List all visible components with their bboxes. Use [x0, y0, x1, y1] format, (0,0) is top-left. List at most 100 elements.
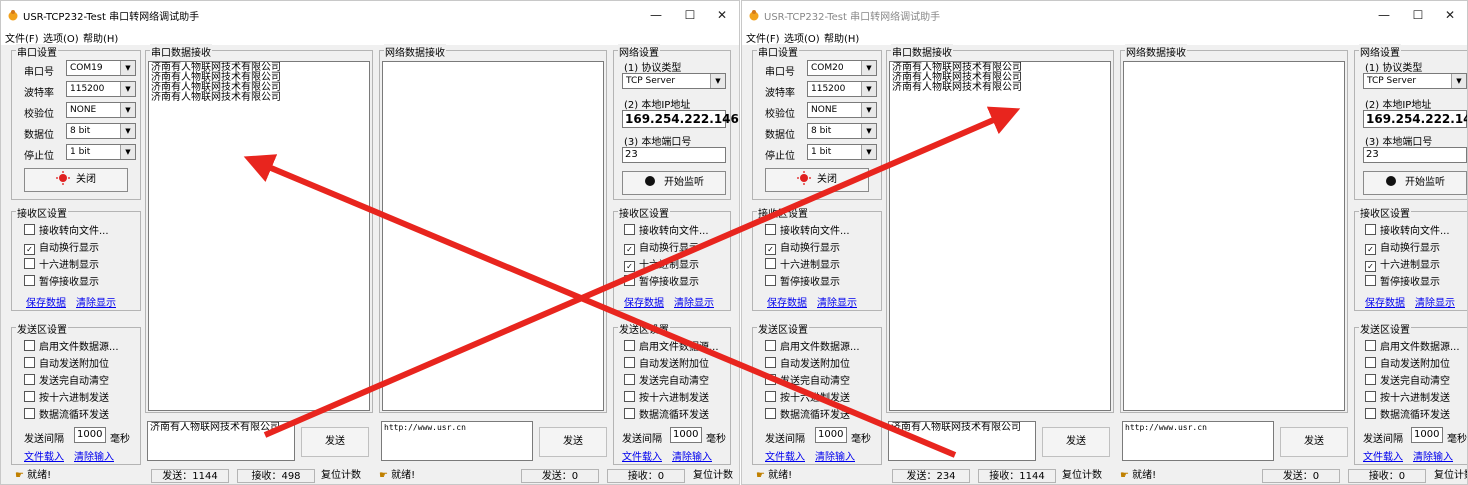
databits-select[interactable]: 8 bit ▼	[66, 123, 136, 139]
net-send-textarea[interactable]: http://www.usr.cn	[1122, 421, 1274, 461]
local-port-field[interactable]: 23	[1363, 147, 1467, 163]
serial-rx-textarea[interactable]: 济南有人物联网技术有限公司 济南有人物联网技术有限公司 济南有人物联网技术有限公司济…	[148, 61, 370, 411]
minimize-button[interactable]: —	[1369, 5, 1399, 25]
serial-send-button[interactable]: 发送	[1042, 427, 1110, 457]
rx-option-4[interactable]: 暂停接收显示	[765, 273, 840, 288]
checkbox-icon[interactable]	[1365, 340, 1376, 351]
net-clear-input-link[interactable]: 清除输入	[1413, 448, 1453, 463]
databits-select[interactable]: 8 bit ▼	[807, 123, 877, 139]
checkbox-icon[interactable]	[624, 357, 635, 368]
menu-options[interactable]: 选项(O)	[784, 30, 820, 45]
interval-input[interactable]: 1000	[74, 427, 106, 443]
clear-input-link[interactable]: 清除输入	[815, 448, 855, 463]
checkbox-icon[interactable]	[24, 258, 35, 269]
checkbox-icon[interactable]	[24, 340, 35, 351]
checkbox-icon[interactable]	[24, 408, 35, 419]
checkbox-icon[interactable]	[24, 357, 35, 368]
net-tx-option-5[interactable]: 数据流循环发送	[1365, 406, 1450, 421]
checkbox-icon[interactable]	[765, 340, 776, 351]
rx-option-4[interactable]: 暂停接收显示	[24, 273, 99, 288]
net-clear-display-link[interactable]: 清除显示	[1415, 294, 1455, 309]
net-rx-option-3[interactable]: ✓ 十六进制显示	[624, 256, 699, 272]
net-tx-option-1[interactable]: 启用文件数据源...	[1365, 338, 1460, 353]
checkbox-checked-icon[interactable]: ✓	[624, 261, 635, 272]
parity-select[interactable]: NONE ▼	[66, 102, 136, 118]
baud-select[interactable]: 115200 ▼	[66, 81, 136, 97]
maximize-button[interactable]: ☐	[1403, 5, 1433, 25]
net-send-button[interactable]: 发送	[1280, 427, 1348, 457]
serial-rx-textarea[interactable]: 济南有人物联网技术有限公司 济南有人物联网技术有限公司 济南有人物联网技术有限公司	[889, 61, 1111, 411]
net-clear-input-link[interactable]: 清除输入	[672, 448, 712, 463]
checkbox-checked-icon[interactable]: ✓	[1365, 244, 1376, 255]
checkbox-icon[interactable]	[24, 275, 35, 286]
stopbits-select[interactable]: 1 bit ▼	[807, 144, 877, 160]
minimize-button[interactable]: —	[641, 5, 671, 25]
net-rx-option-1[interactable]: 接收转向文件...	[1365, 222, 1450, 237]
checkbox-icon[interactable]	[624, 340, 635, 351]
checkbox-icon[interactable]	[765, 258, 776, 269]
net-rx-option-2[interactable]: ✓ 自动换行显示	[1365, 239, 1440, 255]
net-rx-option-4[interactable]: 暂停接收显示	[624, 273, 699, 288]
checkbox-icon[interactable]	[1365, 374, 1376, 385]
parity-select[interactable]: NONE ▼	[807, 102, 877, 118]
baud-select[interactable]: 115200 ▼	[807, 81, 877, 97]
checkbox-checked-icon[interactable]: ✓	[24, 244, 35, 255]
net-save-data-link[interactable]: 保存数据	[624, 294, 664, 309]
tx-option-3[interactable]: 发送完自动清空	[765, 372, 850, 387]
net-rx-textarea[interactable]	[382, 61, 604, 411]
serial-send-textarea[interactable]: 济南有人物联网技术有限公司	[147, 421, 295, 461]
net-save-data-link[interactable]: 保存数据	[1365, 294, 1405, 309]
local-port-field[interactable]: 23	[622, 147, 726, 163]
net-rx-option-2[interactable]: ✓ 自动换行显示	[624, 239, 699, 255]
net-interval-input[interactable]: 1000	[1411, 427, 1443, 443]
checkbox-icon[interactable]	[24, 374, 35, 385]
rx-option-2[interactable]: ✓ 自动换行显示	[765, 239, 840, 255]
net-tx-option-2[interactable]: 自动发送附加位	[1365, 355, 1450, 370]
serial-send-textarea[interactable]: 济南有人物联网技术有限公司	[888, 421, 1036, 461]
ip-field[interactable]: 169.254.222.146	[1363, 110, 1467, 128]
checkbox-icon[interactable]	[765, 275, 776, 286]
net-tx-option-3[interactable]: 发送完自动清空	[624, 372, 709, 387]
checkbox-checked-icon[interactable]: ✓	[765, 244, 776, 255]
rx-option-1[interactable]: 接收转向文件...	[24, 222, 109, 237]
serial-reset-count-button[interactable]: 复位计数	[321, 469, 361, 483]
checkbox-checked-icon[interactable]: ✓	[624, 244, 635, 255]
net-send-button[interactable]: 发送	[539, 427, 607, 457]
net-reset-count-button[interactable]: 复位计数	[1434, 469, 1467, 483]
start-listen-button[interactable]: 开始监听	[1363, 171, 1467, 195]
checkbox-icon[interactable]	[1365, 391, 1376, 402]
net-tx-option-4[interactable]: 按十六进制发送	[1365, 389, 1450, 404]
clear-display-link[interactable]: 清除显示	[817, 294, 857, 309]
menu-help[interactable]: 帮助(H)	[83, 30, 118, 45]
checkbox-icon[interactable]	[624, 275, 635, 286]
tx-option-4[interactable]: 按十六进制发送	[24, 389, 109, 404]
checkbox-icon[interactable]	[24, 224, 35, 235]
save-data-link[interactable]: 保存数据	[26, 294, 66, 309]
file-load-link[interactable]: 文件载入	[765, 448, 805, 463]
protocol-select[interactable]: TCP Server ▼	[622, 73, 726, 89]
close-port-button[interactable]: 关闭	[765, 168, 869, 192]
net-rx-option-1[interactable]: 接收转向文件...	[624, 222, 709, 237]
tx-option-2[interactable]: 自动发送附加位	[765, 355, 850, 370]
close-port-button[interactable]: 关闭	[24, 168, 128, 192]
interval-input[interactable]: 1000	[815, 427, 847, 443]
checkbox-icon[interactable]	[1365, 408, 1376, 419]
menu-file[interactable]: 文件(F)	[746, 30, 780, 45]
net-rx-option-4[interactable]: 暂停接收显示	[1365, 273, 1440, 288]
net-clear-display-link[interactable]: 清除显示	[674, 294, 714, 309]
tx-option-5[interactable]: 数据流循环发送	[765, 406, 850, 421]
checkbox-checked-icon[interactable]: ✓	[1365, 261, 1376, 272]
maximize-button[interactable]: ☐	[675, 5, 705, 25]
tx-option-1[interactable]: 启用文件数据源...	[24, 338, 119, 353]
checkbox-icon[interactable]	[765, 224, 776, 235]
checkbox-icon[interactable]	[765, 391, 776, 402]
tx-option-5[interactable]: 数据流循环发送	[24, 406, 109, 421]
checkbox-icon[interactable]	[624, 391, 635, 402]
start-listen-button[interactable]: 开始监听	[622, 171, 726, 195]
tx-option-1[interactable]: 启用文件数据源...	[765, 338, 860, 353]
net-rx-option-3[interactable]: ✓ 十六进制显示	[1365, 256, 1440, 272]
tx-option-2[interactable]: 自动发送附加位	[24, 355, 109, 370]
checkbox-icon[interactable]	[24, 391, 35, 402]
clear-display-link[interactable]: 清除显示	[76, 294, 116, 309]
net-file-load-link[interactable]: 文件载入	[1363, 448, 1403, 463]
